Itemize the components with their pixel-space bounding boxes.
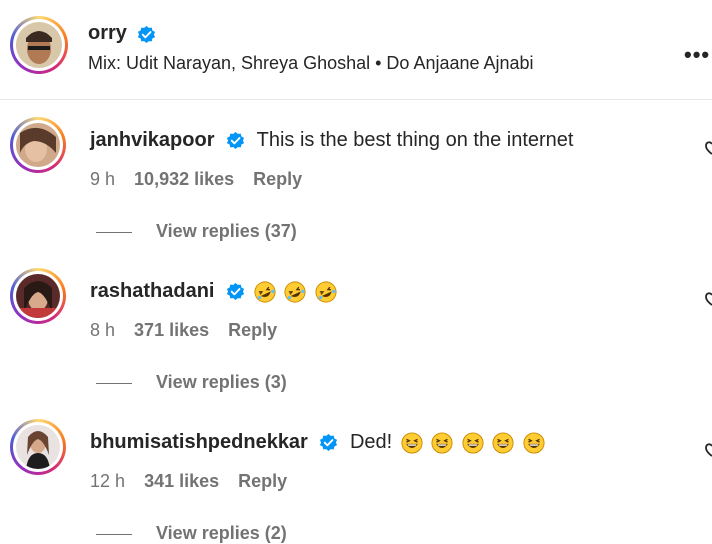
post-header: orry Mix: Udit Narayan, Shreya Ghoshal •…: [0, 0, 712, 100]
comment-username[interactable]: bhumisatishpednekkar: [90, 431, 308, 453]
comment-username[interactable]: rashathadani: [90, 280, 214, 302]
comment-meta: 9 h 10,932 likes Reply: [90, 169, 316, 190]
verified-badge-icon: [226, 132, 245, 150]
commenter-avatar[interactable]: [10, 117, 66, 173]
replies-divider: [96, 382, 132, 384]
comment-item: bhumisatishpednekkar Ded! 12 h 341 likes…: [0, 402, 712, 543]
comment-meta: 8 h 371 likes Reply: [90, 320, 291, 341]
verified-badge-icon: [320, 434, 338, 452]
commenter-avatar[interactable]: [10, 419, 66, 475]
reply-button[interactable]: Reply: [253, 169, 302, 189]
view-replies-button[interactable]: View replies (2): [96, 523, 287, 544]
more-horizontal-icon[interactable]: •••: [684, 42, 710, 68]
verified-badge-icon: [138, 26, 156, 44]
comment-likes[interactable]: 371 likes: [134, 320, 209, 340]
comment-text-line: bhumisatishpednekkar Ded!: [90, 431, 545, 454]
replies-divider: [96, 533, 132, 535]
like-heart-icon[interactable]: [700, 442, 712, 460]
comment-item: janhvikapoor This is the best thing on t…: [0, 100, 712, 250]
view-replies-label: View replies (37): [156, 221, 297, 241]
replies-divider: [96, 231, 132, 233]
view-replies-label: View replies (2): [156, 523, 287, 543]
view-replies-label: View replies (3): [156, 372, 287, 392]
verified-badge-icon: [226, 283, 245, 301]
rolling-laughing-emoji: [251, 280, 337, 303]
comment-text-line: rashathadani: [90, 280, 337, 303]
reply-button[interactable]: Reply: [238, 471, 287, 491]
comment-item: rashathadani 8 h 371 likes Reply View re…: [0, 251, 712, 401]
comment-time: 12 h: [90, 471, 126, 491]
view-replies-button[interactable]: View replies (3): [96, 372, 287, 393]
view-replies-button[interactable]: View replies (37): [96, 221, 297, 242]
commenter-avatar[interactable]: [10, 268, 66, 324]
reply-button[interactable]: Reply: [228, 320, 277, 340]
grinning-squint-emoji: [398, 431, 545, 454]
comment-time: 8 h: [90, 320, 116, 340]
comment-likes[interactable]: 341 likes: [144, 471, 219, 491]
comment-text: This is the best thing on the internet: [256, 129, 574, 151]
author-username[interactable]: orry: [88, 22, 127, 44]
like-heart-icon[interactable]: [700, 291, 712, 309]
like-heart-icon[interactable]: [700, 140, 712, 158]
audio-info[interactable]: Mix: Udit Narayan, Shreya Ghoshal • Do A…: [88, 53, 534, 74]
author-avatar[interactable]: [10, 16, 68, 74]
comment-text-line: janhvikapoor This is the best thing on t…: [90, 129, 573, 152]
author-row: orry: [88, 22, 156, 45]
comment-time: 9 h: [90, 169, 116, 189]
comment-text: Ded!: [349, 431, 393, 453]
comment-likes[interactable]: 10,932 likes: [134, 169, 234, 189]
comment-meta: 12 h 341 likes Reply: [90, 471, 301, 492]
comment-username[interactable]: janhvikapoor: [90, 129, 214, 151]
